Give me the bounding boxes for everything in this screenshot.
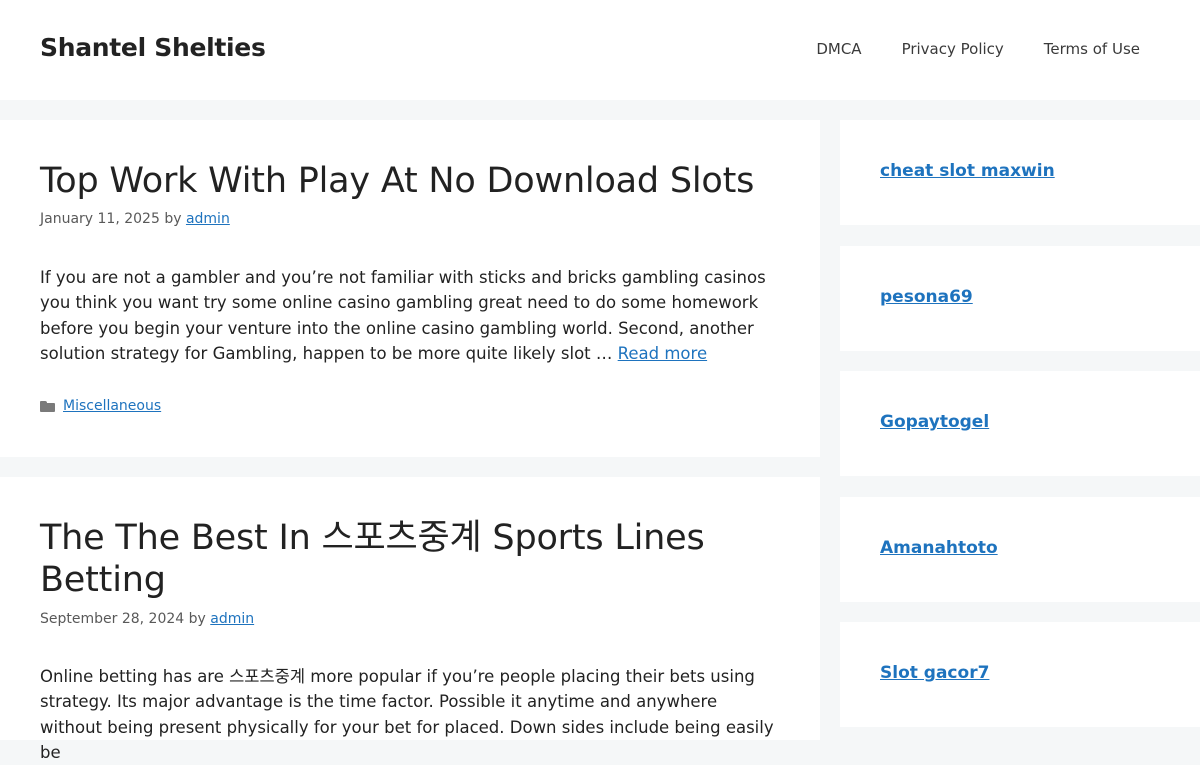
post-excerpt: If you are not a gambler and you’re not …	[40, 265, 780, 366]
post-date: January 11, 2025	[40, 211, 160, 227]
post-article: Top Work With Play At No Download Slots …	[0, 120, 820, 457]
sidebar-link-gopaytogel[interactable]: Gopaytogel	[880, 412, 989, 432]
post-author-link[interactable]: admin	[210, 611, 254, 627]
sidebar-link-slot-gacor7[interactable]: Slot gacor7	[880, 663, 989, 683]
post-categories: Miscellaneous	[40, 398, 161, 414]
read-more-link[interactable]: Read more	[618, 344, 707, 363]
nav-link-terms-of-use[interactable]: Terms of Use	[1044, 40, 1140, 58]
sidebar-link-cheat-slot-maxwin[interactable]: cheat slot maxwin	[880, 161, 1055, 181]
sidebar-link-pesona69[interactable]: pesona69	[880, 287, 973, 307]
post-excerpt: Online betting has are 스포츠중계 more popula…	[40, 667, 774, 762]
sidebar-link-amanahtoto[interactable]: Amanahtoto	[880, 538, 998, 558]
post-meta: September 28, 2024 by admin	[40, 611, 254, 627]
post-title[interactable]: The The Best In 스포츠중계 Sports Lines Betti…	[40, 517, 780, 601]
main-navigation: DMCA Privacy Policy Terms of Use	[816, 40, 1140, 58]
sidebar-widget: Amanahtoto	[840, 497, 1200, 602]
sidebar-widget: Gopaytogel	[840, 371, 1200, 476]
site-header: Shantel Shelties DMCA Privacy Policy Ter…	[0, 0, 1200, 100]
folder-icon	[40, 400, 55, 412]
post-meta: January 11, 2025 by admin	[40, 211, 230, 227]
nav-link-privacy-policy[interactable]: Privacy Policy	[902, 40, 1004, 58]
sidebar-widget: Slot gacor7	[840, 622, 1200, 727]
post-date: September 28, 2024	[40, 611, 185, 627]
post-by-label: by	[164, 211, 182, 227]
post-by-label: by	[188, 611, 206, 627]
post-article: The The Best In 스포츠중계 Sports Lines Betti…	[0, 477, 820, 762]
post-title[interactable]: Top Work With Play At No Download Slots	[40, 160, 780, 202]
site-title-link[interactable]: Shantel Shelties	[40, 33, 266, 62]
post-author-link[interactable]: admin	[186, 211, 230, 227]
nav-link-dmca[interactable]: DMCA	[816, 40, 861, 58]
sidebar-widget: cheat slot maxwin	[840, 120, 1200, 225]
category-link[interactable]: Miscellaneous	[63, 398, 161, 414]
sidebar-widget: pesona69	[840, 246, 1200, 351]
